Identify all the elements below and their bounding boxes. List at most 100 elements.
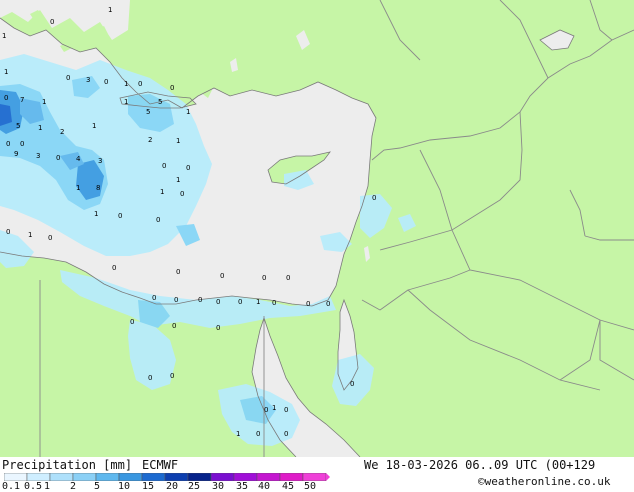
precip-value-label: 0 — [216, 324, 220, 332]
precip-value-label: 7 — [20, 96, 24, 104]
legend-tick-label: 1 — [44, 481, 51, 492]
precip-value-label: 1 — [176, 176, 180, 184]
precip-value-label: 0 — [198, 296, 202, 304]
precip-value-label: 1 — [186, 108, 190, 116]
precip-value-label: 0 — [4, 94, 8, 102]
legend-tick-label: 2 — [70, 481, 77, 492]
legend-swatch — [95, 473, 120, 481]
precip-value-label: 0 — [156, 216, 160, 224]
legend-tick-label: 45 — [282, 481, 295, 492]
precip-value-label: 0 — [104, 78, 108, 86]
legend-swatch — [72, 473, 97, 481]
precip-value-label: 0 — [130, 318, 134, 326]
legend-tick-label: 15 — [142, 481, 155, 492]
precip-value-label: 3 — [98, 157, 102, 165]
precip-value-label: 0 — [176, 268, 180, 276]
legend-swatch — [256, 473, 281, 481]
precip-value-label: 0 — [180, 190, 184, 198]
precip-value-label: 0 — [48, 234, 52, 242]
precip-value-label: 0 — [56, 154, 60, 162]
precip-value-label: 0 — [148, 374, 152, 382]
precip-value-label: 1 — [42, 98, 46, 106]
precip-value-label: 0 — [66, 74, 70, 82]
precip-value-label: 0 — [152, 294, 156, 302]
legend-swatch — [187, 473, 212, 481]
precip-value-label: 0 — [118, 212, 122, 220]
precip-value-label: 5 — [146, 108, 150, 116]
legend-tick-label: 0.1 — [2, 481, 21, 492]
precip-value-label: 1 — [94, 210, 98, 218]
precip-value-label: 0 — [170, 84, 174, 92]
legend-swatch — [141, 473, 166, 481]
precip-value-label: 2 — [60, 128, 64, 136]
precip-value-label: 1 — [2, 32, 6, 40]
precip-value-label: 0 — [306, 300, 310, 308]
precip-value-label: 1 — [256, 298, 260, 306]
precip-value-label: 1 — [236, 430, 240, 438]
precip-value-label: 0 — [186, 164, 190, 172]
footer-model: ECMWF — [142, 458, 179, 472]
precip-value-label: 0 — [238, 298, 242, 306]
footer-title: Precipitation [mm] — [2, 458, 133, 472]
legend-swatch — [302, 473, 327, 481]
legend-swatch — [49, 473, 74, 481]
precip-value-label: 0 — [220, 272, 224, 280]
precip-value-label: 0 — [172, 322, 176, 330]
precip-value-label: 1 — [124, 98, 128, 106]
precip-value-label: 0 — [350, 380, 354, 388]
precip-value-label: 1 — [4, 68, 8, 76]
legend-colorbar — [4, 473, 330, 481]
precip-value-label: 1 — [92, 122, 96, 130]
legend-tick-label: 20 — [166, 481, 179, 492]
legend-swatch — [210, 473, 235, 481]
precip-value-label: 4 — [76, 155, 81, 163]
precip-value-label: 0 — [372, 194, 376, 202]
precip-value-label: 0 — [50, 18, 54, 26]
precip-value-label: 0 — [284, 430, 288, 438]
precip-value-label: 0 — [264, 406, 268, 414]
precip-value-label: 1 — [272, 404, 276, 412]
precip-value-label: 0 — [262, 274, 266, 282]
footer-valid-time: We 18-03-2026 06..09 UTC (00+129 — [364, 458, 596, 472]
legend-swatch — [118, 473, 143, 481]
legend-tick-label: 10 — [118, 481, 131, 492]
precip-value-label: 0 — [138, 80, 142, 88]
precip-value-label: 5 — [158, 98, 162, 106]
precip-value-label: 1 — [28, 231, 32, 239]
precip-value-label: 0 — [174, 296, 178, 304]
legend-swatch — [26, 473, 51, 481]
precip-value-label: 0 — [286, 274, 290, 282]
precip-value-label: 0 — [112, 264, 116, 272]
precip-value-label: 0 — [6, 140, 10, 148]
precip-value-label: 0 — [20, 140, 24, 148]
precip-value-label: 1 — [160, 188, 164, 196]
legend-swatch — [233, 473, 258, 481]
legend-tick-label: 5 — [94, 481, 101, 492]
precip-value-label: 0 — [216, 298, 220, 306]
precip-value-label: 0 — [170, 372, 174, 380]
precipitation-map: 1010 317 10 15 1 21055110 02 19 3 0 4 30 01 81 00 1 001 0… — [0, 0, 634, 457]
precip-value-label: 1 — [38, 124, 42, 132]
footer-bar: Precipitation [mm] ECMWF We 18-03-2026 0… — [0, 457, 634, 492]
precip-value-label: 0 — [6, 228, 10, 236]
precip-value-label: 2 — [148, 136, 152, 144]
precip-value-label: 5 — [16, 122, 20, 130]
legend-tick-label: 50 — [304, 481, 317, 492]
precip-value-label: 9 — [14, 150, 18, 158]
precip-value-label: 0 — [162, 162, 166, 170]
precip-value-label: 3 — [36, 152, 40, 160]
footer-credit[interactable]: ©weatheronline.co.uk — [478, 475, 610, 488]
precip-value-label: 0 — [326, 300, 330, 308]
precip-value-label: 1 — [108, 6, 112, 14]
legend-swatch — [279, 473, 304, 481]
precip-value-label: 0 — [272, 299, 276, 307]
legend-tick-label: 0.5 — [24, 481, 43, 492]
precip-value-label: 1 — [76, 184, 80, 192]
legend-arrow — [326, 473, 330, 481]
precip-value-label: 0 — [256, 430, 260, 438]
legend-tick-label: 40 — [258, 481, 271, 492]
legend-tick-label: 25 — [188, 481, 201, 492]
legend-swatch — [4, 473, 28, 481]
precip-value-label: 8 — [96, 184, 100, 192]
precip-value-label: 1 — [176, 137, 180, 145]
